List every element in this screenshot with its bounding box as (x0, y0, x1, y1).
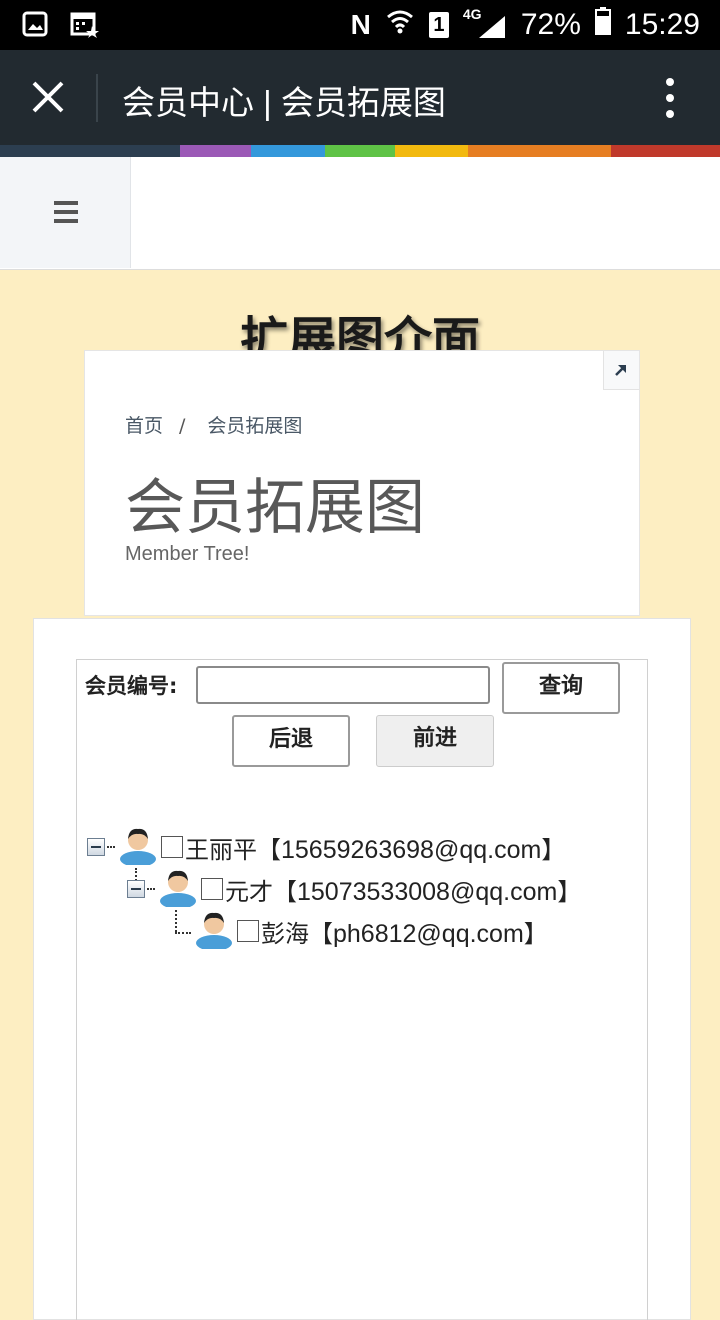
collapse-icon[interactable] (87, 838, 105, 856)
back-button[interactable]: 后退 (232, 715, 350, 767)
node-checkbox[interactable] (237, 920, 259, 942)
node-name: 彭海 (261, 919, 309, 948)
tree-connector (147, 888, 155, 890)
arrow-up-right-icon (615, 365, 626, 376)
stripe-segment (180, 145, 251, 157)
node-label[interactable]: 元才【15073533008@qq.com】 (225, 872, 581, 907)
battery-icon (594, 7, 611, 43)
breadcrumb-current: 会员拓展图 (207, 415, 303, 437)
hamburger-icon (54, 201, 78, 228)
app-titlebar: 会员中心 | 会员拓展图 (0, 50, 720, 145)
tree-panel: 会员编号: 查询 后退 前进 王丽平【15659263698@qq.com】 元… (33, 618, 691, 1320)
nfc-icon: N (350, 9, 371, 40)
expand-button[interactable] (603, 351, 639, 390)
window-title: 会员中心 | 会员拓展图 (122, 84, 446, 121)
tree-node[interactable]: 彭海【ph6812@qq.com】 (193, 910, 548, 952)
tree-node[interactable]: 元才【15073533008@qq.com】 (127, 868, 581, 910)
node-email: ph6812@qq.com (333, 919, 524, 948)
tree-frame: 会员编号: 查询 后退 前进 王丽平【15659263698@qq.com】 元… (76, 659, 648, 1320)
titlebar-divider (96, 74, 98, 122)
signal-icon: 4G (463, 6, 507, 40)
node-checkbox[interactable] (161, 836, 183, 858)
page-subtitle: Member Tree! (125, 543, 250, 565)
tree-connector (175, 910, 177, 932)
node-label[interactable]: 王丽平【15659263698@qq.com】 (185, 830, 565, 865)
page-title: 会员拓展图 (125, 473, 425, 543)
sim-number: 1 (433, 14, 445, 36)
forward-button[interactable]: 前进 (376, 715, 494, 767)
stripe-segment (325, 145, 395, 157)
stripe-segment (611, 145, 720, 157)
wifi-icon (385, 7, 415, 43)
status-bar: N 1 4G 72% 15:29 (0, 0, 720, 50)
breadcrumb-home[interactable]: 首页 (125, 415, 163, 437)
stripe-segment (395, 145, 468, 157)
member-id-label: 会员编号: (85, 674, 178, 698)
breadcrumb-separator: / (179, 415, 186, 437)
header-card: 首页 / 会员拓展图 会员拓展图 Member Tree! (84, 350, 640, 616)
user-icon (193, 909, 235, 953)
node-checkbox[interactable] (201, 878, 223, 900)
breadcrumb: 首页 / 会员拓展图 (125, 411, 302, 438)
node-name: 元才 (225, 877, 273, 906)
sim-icon: 1 (428, 12, 449, 38)
more-options-icon[interactable] (664, 77, 676, 119)
query-button[interactable]: 查询 (502, 662, 620, 714)
node-name: 王丽平 (185, 835, 257, 864)
gallery-icon (22, 11, 48, 41)
stripe-segment (0, 145, 180, 157)
top-navbar (0, 157, 720, 270)
calendar-icon (70, 10, 100, 42)
stripe-segment (468, 145, 611, 157)
node-email: 15659263698@qq.com (281, 835, 542, 864)
user-icon (117, 825, 159, 869)
stripe-segment (251, 145, 325, 157)
member-id-input[interactable] (196, 666, 490, 704)
tree-connector (107, 846, 115, 848)
menu-toggle-button[interactable] (0, 157, 131, 268)
color-stripe (0, 145, 720, 157)
tree-node[interactable]: 王丽平【15659263698@qq.com】 (87, 826, 565, 868)
tree-connector (175, 932, 191, 934)
node-label[interactable]: 彭海【ph6812@qq.com】 (261, 914, 548, 949)
collapse-icon[interactable] (127, 880, 145, 898)
battery-percent: 72% (520, 8, 581, 41)
user-icon (157, 867, 199, 911)
close-icon[interactable] (28, 77, 68, 117)
node-email: 15073533008@qq.com (297, 877, 558, 906)
clock: 15:29 (624, 8, 700, 41)
